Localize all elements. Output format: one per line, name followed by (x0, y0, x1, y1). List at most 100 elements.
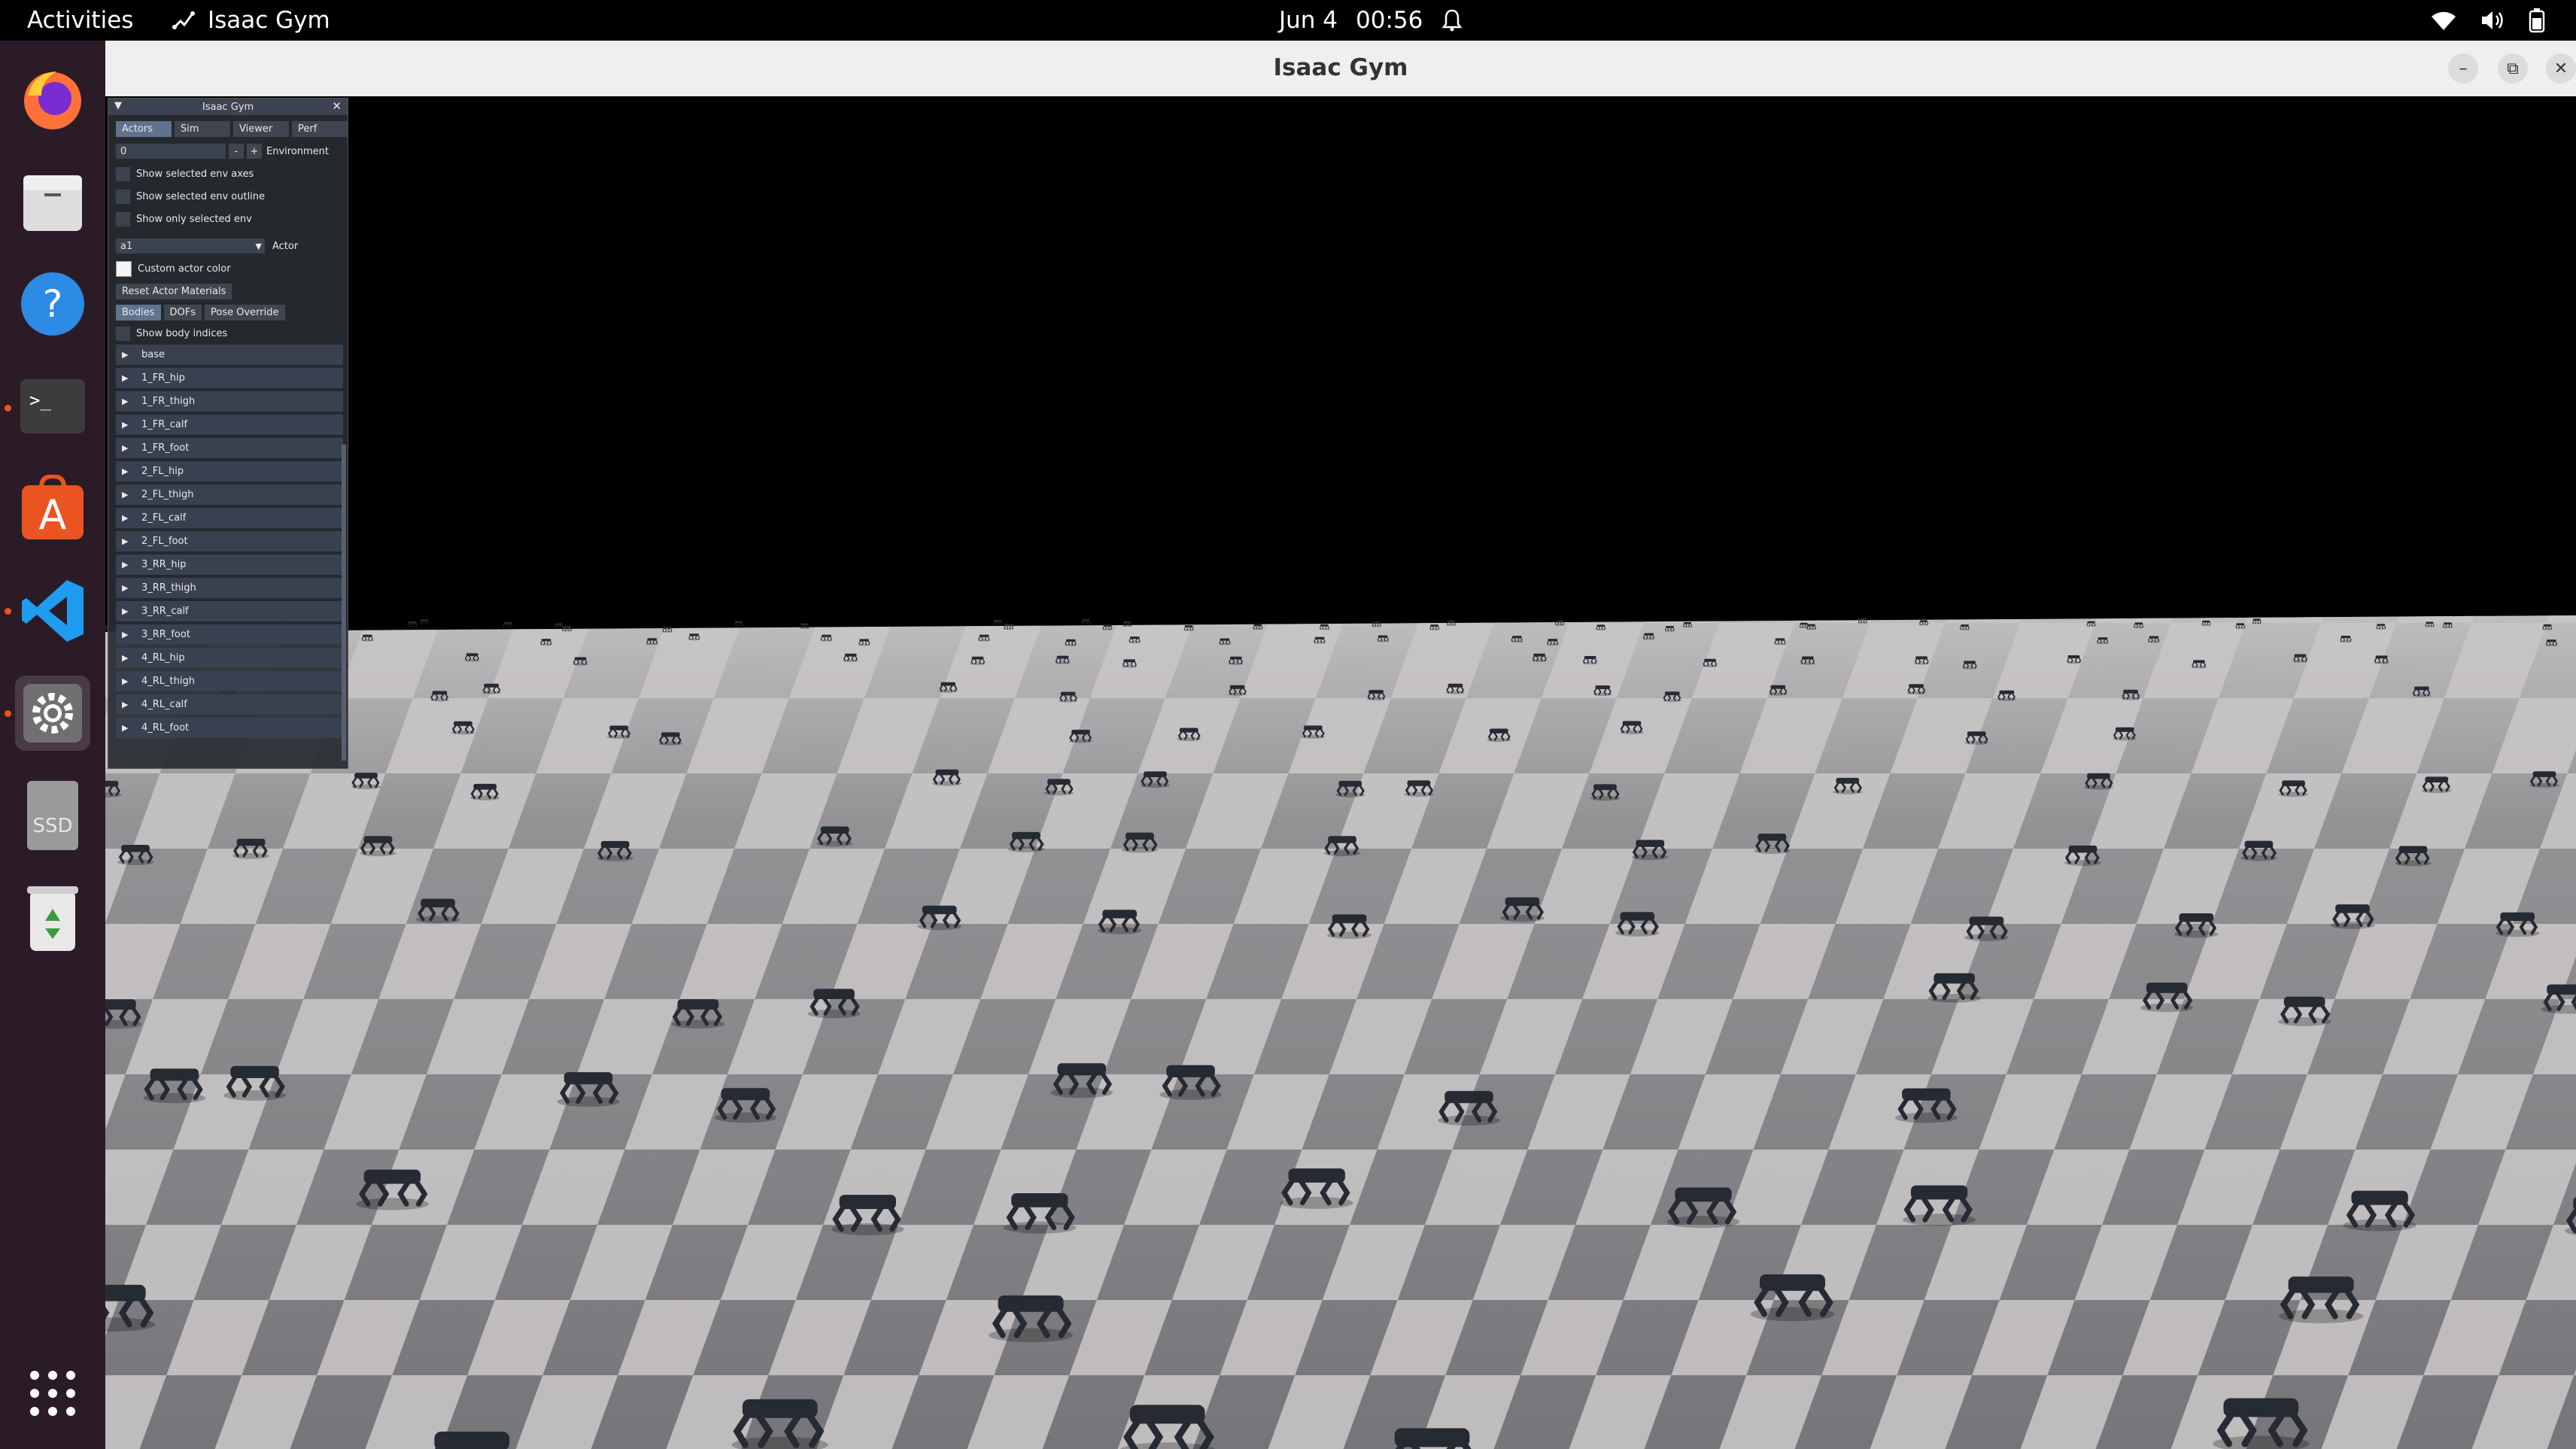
tab-perf[interactable]: Perf (292, 121, 348, 137)
body-row[interactable]: ▶ 3_RR_thigh (116, 578, 343, 598)
actor-select[interactable]: a1 ▼ (116, 238, 265, 254)
option-row[interactable]: Show selected env axes (108, 163, 348, 185)
body-row[interactable]: ▶ 4_RL_thigh (116, 671, 343, 691)
body-row[interactable]: ▶ 3_RR_calf (116, 601, 343, 621)
body-row-label: 2_FL_calf (141, 512, 187, 524)
body-row[interactable]: ▶ 3_RR_foot (116, 624, 343, 645)
body-row-label: 1_FR_thigh (141, 396, 196, 407)
body-row[interactable]: ▶ 1_FR_thigh (116, 391, 343, 412)
window-titlebar[interactable]: Isaac Gym – ⧉ ✕ (105, 41, 2576, 97)
env-axes-checkbox[interactable] (116, 166, 130, 181)
app-center-launcher[interactable]: A (15, 471, 90, 546)
body-row[interactable]: ▶ 4_RL_calf (116, 694, 343, 715)
expand-arrow-icon[interactable]: ▶ (116, 513, 141, 523)
body-row[interactable]: ▶ 2_FL_calf (116, 508, 343, 528)
only-selected-env-checkbox[interactable] (116, 211, 130, 226)
environment-row: 0 - + Environment (108, 140, 348, 163)
files-launcher[interactable] (15, 164, 90, 239)
svg-text:?: ? (43, 282, 63, 326)
activities-button[interactable]: Activities (27, 7, 133, 34)
body-row[interactable]: ▶ base (116, 345, 343, 365)
expand-arrow-icon[interactable]: ▶ (116, 630, 141, 639)
body-row-label: 3_RR_thigh (141, 582, 196, 594)
body-row-label: 3_RR_calf (141, 606, 189, 617)
custom-actor-color-checkbox[interactable] (116, 260, 132, 277)
vscode-launcher[interactable] (5, 573, 90, 649)
body-row-label: 3_RR_foot (141, 629, 190, 640)
body-row[interactable]: ▶ 4_RL_hip (116, 648, 343, 668)
expand-arrow-icon[interactable]: ▶ (116, 560, 141, 570)
body-row[interactable]: ▶ 2_FL_foot (116, 531, 343, 551)
tab-viewer[interactable]: Viewer (233, 121, 289, 137)
show-apps-button[interactable] (15, 1356, 90, 1431)
body-row[interactable]: ▶ 3_RR_hip (116, 554, 343, 575)
body-row[interactable]: ▶ 1_FR_foot (116, 438, 343, 458)
body-row[interactable]: ▶ 4_RL_foot (116, 718, 343, 738)
simulation-viewport[interactable] (105, 96, 2576, 1449)
ssd-drive-launcher[interactable]: SSD (15, 778, 90, 853)
app-menu-label: Isaac Gym (208, 7, 330, 34)
actor-subtabs: Bodies DOFs Pose Override (108, 302, 348, 322)
clock[interactable]: Jun 4 00:56 (1279, 7, 1463, 34)
help-icon: ? (21, 272, 84, 336)
expand-arrow-icon[interactable]: ▶ (116, 723, 141, 733)
panel-close-icon[interactable]: ✕ (332, 99, 342, 113)
expand-arrow-icon[interactable]: ▶ (116, 676, 141, 686)
reset-actor-materials-button[interactable]: Reset Actor Materials (116, 283, 232, 299)
body-row[interactable]: ▶ 1_FR_calf (116, 415, 343, 435)
settings-launcher[interactable] (5, 676, 90, 751)
close-button[interactable]: ✕ (2546, 53, 2576, 84)
expand-arrow-icon[interactable]: ▶ (116, 700, 141, 709)
help-launcher[interactable]: ? (15, 266, 90, 342)
maximize-button[interactable]: ⧉ (2498, 53, 2528, 84)
minimize-button[interactable]: – (2448, 53, 2478, 84)
tab-dofs[interactable]: DOFs (163, 304, 202, 320)
expand-arrow-icon[interactable]: ▶ (116, 466, 141, 476)
custom-color-row[interactable]: Custom actor color (108, 257, 348, 280)
window-title: Isaac Gym (1273, 54, 1408, 81)
body-row[interactable]: ▶ 2_FL_thigh (116, 485, 343, 505)
svg-text:A: A (39, 491, 67, 539)
tab-pose-override[interactable]: Pose Override (205, 304, 285, 320)
option-row[interactable]: Show selected env outline (108, 185, 348, 208)
expand-arrow-icon[interactable]: ▶ (116, 653, 141, 663)
env-outline-checkbox[interactable] (116, 189, 130, 204)
ssd-label: SSD (32, 815, 72, 837)
expand-arrow-icon[interactable]: ▶ (116, 396, 141, 406)
collapse-arrow-icon[interactable]: ▼ (114, 100, 122, 111)
firefox-launcher[interactable] (15, 62, 90, 137)
body-row[interactable]: ▶ 1_FR_hip (116, 368, 343, 388)
option-row[interactable]: Show only selected env (108, 208, 348, 230)
environment-input[interactable]: 0 (116, 144, 226, 159)
body-row-label: 4_RL_foot (141, 722, 190, 734)
quadruped-robot (554, 623, 564, 629)
show-body-indices-checkbox[interactable] (116, 326, 130, 341)
expand-arrow-icon[interactable]: ▶ (116, 606, 141, 616)
body-row-label: 3_RR_hip (141, 559, 187, 570)
scene-render[interactable] (105, 96, 2576, 1449)
system-tray[interactable] (2430, 8, 2546, 33)
expand-arrow-icon[interactable]: ▶ (116, 373, 141, 383)
app-menu[interactable]: Isaac Gym (172, 7, 330, 34)
tab-bodies[interactable]: Bodies (116, 304, 161, 320)
terminal-launcher[interactable]: >_ (5, 369, 90, 444)
expand-arrow-icon[interactable]: ▶ (116, 443, 141, 453)
expand-arrow-icon[interactable]: ▶ (116, 490, 141, 500)
tab-actors[interactable]: Actors (116, 121, 172, 137)
body-row[interactable]: ▶ 2_FL_hip (116, 461, 343, 481)
trash-launcher[interactable] (15, 880, 90, 955)
expand-arrow-icon[interactable]: ▶ (116, 420, 141, 430)
environment-decrement-button[interactable]: - (229, 144, 244, 159)
expand-arrow-icon[interactable]: ▶ (116, 536, 141, 546)
isaac-gym-app-icon (172, 11, 195, 29)
tab-sim[interactable]: Sim (175, 121, 230, 137)
show-body-indices-label: Show body indices (136, 327, 228, 339)
quadruped-robot (1394, 1428, 1472, 1449)
panel-header[interactable]: ▼ Isaac Gym ✕ (108, 99, 348, 115)
expand-arrow-icon[interactable]: ▶ (116, 583, 141, 593)
show-indices-row[interactable]: Show body indices (108, 322, 348, 345)
expand-arrow-icon[interactable]: ▶ (116, 350, 141, 360)
environment-increment-button[interactable]: + (247, 144, 262, 159)
panel-scrollbar[interactable] (342, 445, 346, 761)
show-apps-icon (30, 1371, 75, 1416)
